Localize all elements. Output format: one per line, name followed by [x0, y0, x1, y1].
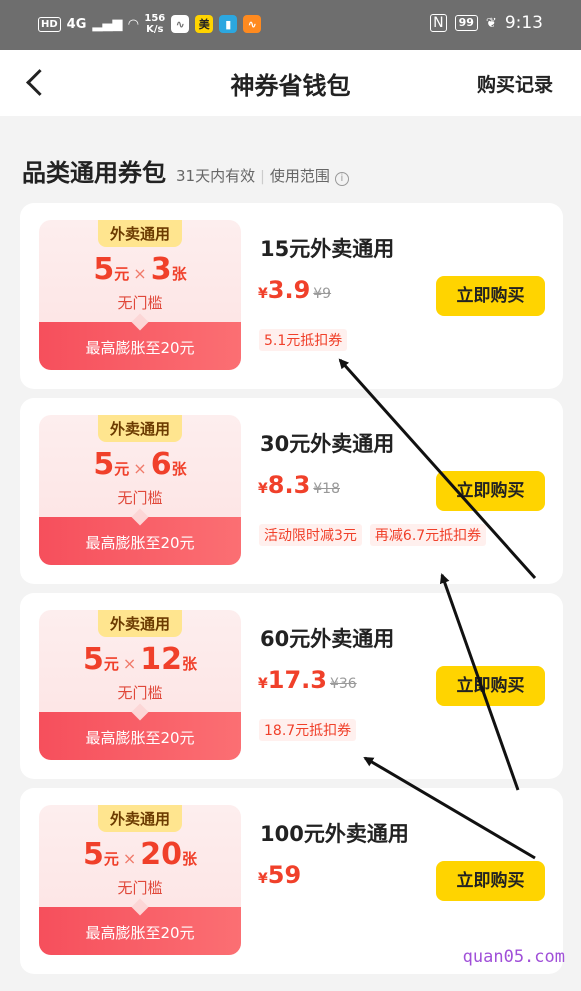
coupon-count-unit: 张 — [182, 655, 198, 673]
multiply-sign: × — [122, 849, 137, 868]
buy-now-button[interactable]: 立即购买 — [436, 666, 545, 706]
currency-symbol: ¥ — [258, 286, 268, 302]
pack-title: 15元外卖通用 — [260, 237, 395, 261]
coupon-visual: 外卖通用 5元 × 12张 无门槛 最高膨胀至20元 — [39, 610, 241, 760]
clock: 9:13 — [504, 13, 543, 33]
section-title: 品类通用券包 — [22, 159, 166, 187]
status-bar: HD 4G ▂▄▆ ◠ 156 K/s ∿ 美 ▮ ∿ N 99 ❦ 9:13 — [0, 0, 581, 50]
usage-scope-link[interactable]: 使用范围 — [270, 165, 330, 186]
coupon-count: 3 — [150, 252, 172, 287]
coupon-threshold: 无门槛 — [117, 684, 163, 702]
coupon-count-unit: 张 — [171, 460, 187, 478]
section-header: 品类通用券包 31天内有效 | 使用范围 i — [22, 153, 349, 188]
coupon-value: 5 — [93, 447, 115, 482]
nfc-icon: N — [430, 14, 447, 32]
coupon-visual: 外卖通用 5元 × 6张 无门槛 最高膨胀至20元 — [39, 415, 241, 565]
coupon-count: 6 — [150, 447, 172, 482]
coupon-threshold: 无门槛 — [117, 489, 163, 507]
coupon-count-unit: 张 — [171, 265, 187, 283]
pack-title: 100元外卖通用 — [260, 822, 409, 846]
coupon-max-expand: 最高膨胀至20元 — [39, 322, 241, 370]
nav-bar: 神券省钱包 购买记录 — [0, 50, 581, 116]
discount-tag: 18.7元抵扣券 — [259, 719, 357, 741]
buy-now-button[interactable]: 立即购买 — [436, 276, 545, 316]
coupon-pack-card[interactable]: 外卖通用 5元 × 6张 无门槛 最高膨胀至20元 30元外卖通用 ¥8.3 ¥18 … — [20, 398, 563, 584]
status-right: N 99 ❦ 9:13 — [430, 13, 543, 33]
coupon-value-unit: 元 — [114, 460, 130, 478]
coupon-max-expand: 最高膨胀至20元 — [39, 517, 241, 565]
coupon-category-tag: 外卖通用 — [97, 220, 183, 247]
signal-icon: 4G — [66, 16, 87, 32]
buy-now-button[interactable]: 立即购买 — [436, 861, 545, 901]
currency-symbol: ¥ — [258, 481, 268, 497]
multiply-sign: × — [133, 264, 147, 283]
coupon-pack-card[interactable]: 外卖通用 5元 × 12张 无门槛 最高膨胀至20元 60元外卖通用 ¥17.3 ¥3… — [20, 593, 563, 779]
coupon-amount: 5元 × 20张 — [39, 837, 241, 872]
price: ¥3.9 ¥9 — [258, 276, 331, 304]
coupon-pack-card[interactable]: 外卖通用 5元 × 3张 无门槛 最高膨胀至20元 15元外卖通用 ¥3.9 ¥9 5… — [20, 203, 563, 389]
coupon-value-unit: 元 — [103, 655, 119, 673]
coupon-amount: 5元 × 6张 — [39, 447, 241, 482]
discount-tag: 再减6.7元抵扣券 — [369, 524, 487, 546]
wifi-icon: ◠ — [128, 16, 139, 32]
pack-title: 30元外卖通用 — [260, 432, 395, 456]
coupon-amount: 5元 × 3张 — [39, 252, 241, 287]
network-hd-icon: HD — [38, 16, 61, 32]
purchase-record-link[interactable]: 购买记录 — [477, 70, 553, 97]
coupon-value: 5 — [93, 252, 115, 287]
app-notification-icon-2: ∿ — [243, 15, 262, 33]
coupon-value-unit: 元 — [114, 265, 130, 283]
tag-list: 5.1元抵扣券 — [259, 329, 348, 351]
coupon-category-tag: 外卖通用 — [97, 805, 183, 832]
network-speed: 156 K/s — [144, 13, 166, 35]
coupon-category-tag: 外卖通用 — [97, 610, 183, 637]
coupon-max-expand: 最高膨胀至20元 — [39, 907, 241, 955]
discount-tag: 活动限时减3元 — [259, 524, 362, 546]
sale-price: 3.9 — [267, 276, 311, 304]
coupon-count: 12 — [140, 642, 183, 677]
status-left: HD 4G ▂▄▆ ◠ 156 K/s ∿ 美 ▮ ∿ — [38, 13, 262, 35]
meituan-notification-icon: 美 — [195, 15, 214, 33]
buy-now-button[interactable]: 立即购买 — [436, 471, 545, 511]
divider: | — [260, 169, 265, 185]
coupon-count-unit: 张 — [182, 850, 198, 868]
book-notification-icon: ▮ — [219, 15, 238, 33]
coupon-value: 5 — [82, 837, 104, 872]
tag-list: 活动限时减3元 再减6.7元抵扣券 — [259, 524, 487, 546]
app-notification-icon: ∿ — [171, 15, 190, 33]
price: ¥8.3 ¥18 — [258, 471, 340, 499]
discount-tag: 5.1元抵扣券 — [259, 329, 348, 351]
multiply-sign: × — [133, 459, 147, 478]
original-price: ¥18 — [313, 481, 340, 497]
sale-price: 17.3 — [267, 666, 327, 694]
coupon-visual: 外卖通用 5元 × 20张 无门槛 最高膨胀至20元 — [39, 805, 241, 955]
coupon-value-unit: 元 — [103, 850, 119, 868]
coupon-threshold: 无门槛 — [117, 879, 163, 897]
price: ¥17.3 ¥36 — [258, 666, 357, 694]
tag-list: 18.7元抵扣券 — [259, 719, 357, 741]
pack-title: 60元外卖通用 — [260, 627, 395, 651]
leaf-icon: ❦ — [485, 15, 497, 31]
coupon-value: 5 — [82, 642, 104, 677]
info-icon[interactable]: i — [334, 172, 349, 186]
coupon-threshold: 无门槛 — [117, 294, 163, 312]
sale-price: 59 — [267, 861, 302, 889]
currency-symbol: ¥ — [258, 676, 268, 692]
multiply-sign: × — [122, 654, 137, 673]
currency-symbol: ¥ — [258, 871, 268, 887]
coupon-max-expand: 最高膨胀至20元 — [39, 712, 241, 760]
signal-bars-icon: ▂▄▆ — [92, 16, 123, 32]
original-price: ¥9 — [313, 286, 332, 302]
watermark: quan05.com — [462, 947, 565, 967]
original-price: ¥36 — [329, 676, 357, 692]
coupon-category-tag: 外卖通用 — [97, 415, 183, 442]
coupon-count: 20 — [140, 837, 183, 872]
coupon-amount: 5元 × 12张 — [39, 642, 241, 677]
sale-price: 8.3 — [267, 471, 311, 499]
validity-text: 31天内有效 — [176, 167, 256, 185]
coupon-visual: 外卖通用 5元 × 3张 无门槛 最高膨胀至20元 — [39, 220, 241, 370]
price: ¥59 — [258, 861, 304, 889]
battery-icon: 99 — [454, 15, 478, 31]
